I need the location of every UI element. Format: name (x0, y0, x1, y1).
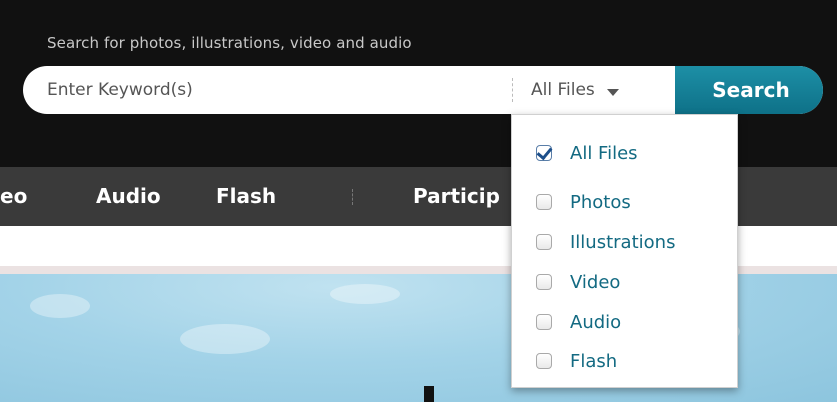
search-bar: All Files Search (23, 66, 823, 114)
dropdown-option-flash[interactable]: Flash (536, 348, 617, 374)
hero-texture (330, 284, 400, 304)
checkbox-checked-icon[interactable] (536, 145, 552, 161)
dropdown-option-illustrations[interactable]: Illustrations (536, 229, 675, 255)
search-divider (512, 78, 513, 102)
nav-item-audio[interactable]: Audio (96, 167, 161, 226)
checkbox-icon[interactable] (536, 194, 552, 210)
dropdown-option-label: Video (570, 271, 621, 293)
hero-texture (180, 324, 270, 354)
file-type-dropdown: All Files Photos Illustrations Video Aud… (511, 114, 738, 388)
search-button[interactable]: Search (675, 66, 823, 114)
hero-figure (424, 386, 434, 402)
checkbox-icon[interactable] (536, 314, 552, 330)
file-type-selected: All Files (531, 80, 595, 100)
nav-item-flash[interactable]: Flash (216, 167, 276, 226)
dropdown-option-all-files[interactable]: All Files (536, 140, 638, 166)
nav-item-participate[interactable]: Particip (413, 167, 500, 226)
dropdown-option-label: Audio (570, 311, 622, 333)
chevron-down-icon (606, 88, 619, 96)
dropdown-option-video[interactable]: Video (536, 269, 620, 295)
dropdown-option-label: Photos (570, 191, 631, 213)
nav-item-video[interactable]: eo (0, 167, 27, 226)
dropdown-option-audio[interactable]: Audio (536, 309, 621, 335)
dropdown-option-photos[interactable]: Photos (536, 189, 631, 215)
dropdown-option-label: All Files (570, 142, 638, 164)
file-type-select[interactable]: All Files (515, 66, 675, 114)
keyword-search-input[interactable] (23, 66, 510, 114)
hero-texture (30, 294, 90, 318)
nav-divider (352, 189, 353, 205)
search-hint: Search for photos, illustrations, video … (47, 34, 412, 52)
dropdown-option-label: Illustrations (570, 231, 676, 253)
checkbox-icon[interactable] (536, 274, 552, 290)
checkbox-icon[interactable] (536, 353, 552, 369)
checkbox-icon[interactable] (536, 234, 552, 250)
dropdown-option-label: Flash (570, 350, 618, 372)
